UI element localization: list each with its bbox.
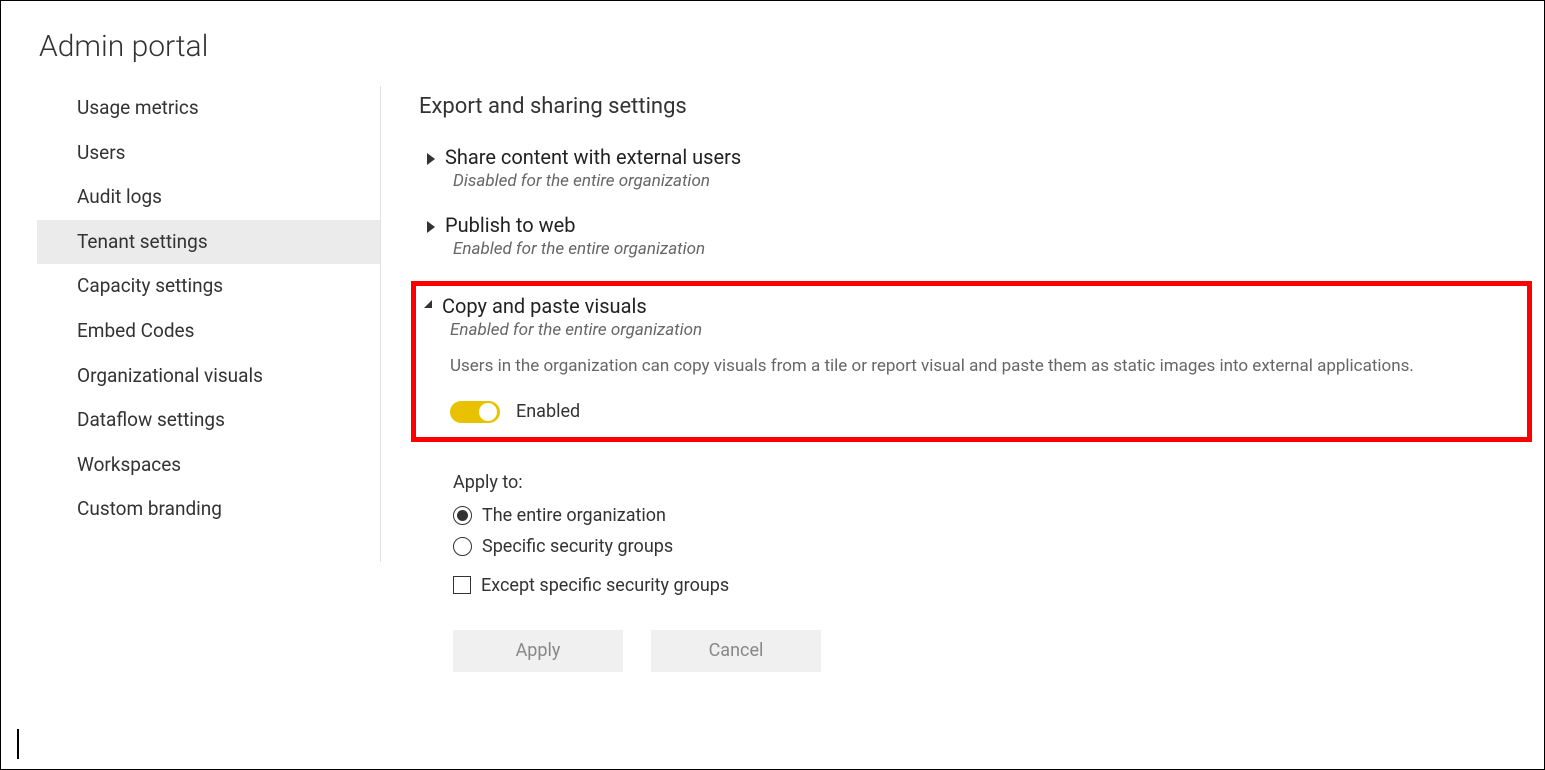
sidebar-item-workspaces[interactable]: Workspaces [37,443,380,488]
sidebar-item-organizational-visuals[interactable]: Organizational visuals [37,354,380,399]
radio-specific-groups[interactable]: Specific security groups [453,536,1532,557]
sidebar-item-users[interactable]: Users [37,131,380,176]
checkbox-except-groups[interactable]: Except specific security groups [453,575,1532,596]
setting-publish-web: Publish to web Enabled for the entire or… [419,213,1532,259]
chevron-right-icon [427,153,435,165]
chevron-right-icon [427,221,435,233]
toggle-knob [479,403,497,421]
setting-share-external-title: Share content with external users [445,145,741,169]
setting-publish-web-title: Publish to web [445,213,575,237]
sidebar: Usage metrics Users Audit logs Tenant se… [1,74,381,672]
text-caret [17,729,19,759]
setting-publish-web-header[interactable]: Publish to web [427,213,1532,237]
radio-icon-selected [453,506,472,525]
radio-entire-organization[interactable]: The entire organization [453,505,1532,526]
checkbox-icon-unchecked [453,576,471,594]
page-title: Admin portal [1,1,1544,74]
sidebar-item-dataflow-settings[interactable]: Dataflow settings [37,398,380,443]
cancel-button[interactable]: Cancel [651,630,821,672]
setting-publish-web-status: Enabled for the entire organization [453,239,1532,259]
apply-button[interactable]: Apply [453,630,623,672]
setting-copy-paste-title: Copy and paste visuals [442,294,647,318]
sidebar-item-capacity-settings[interactable]: Capacity settings [37,264,380,309]
setting-copy-paste-description: Users in the organization can copy visua… [450,354,1519,379]
main-panel: Export and sharing settings Share conten… [381,74,1544,672]
radio-specific-groups-label: Specific security groups [482,536,673,557]
sidebar-item-custom-branding[interactable]: Custom branding [37,487,380,532]
setting-share-external-status: Disabled for the entire organization [453,171,1532,191]
radio-icon-unselected [453,537,472,556]
radio-entire-organization-label: The entire organization [482,505,666,526]
setting-copy-paste-header[interactable]: Copy and paste visuals [424,294,1519,318]
sidebar-item-audit-logs[interactable]: Audit logs [37,175,380,220]
setting-share-external-header[interactable]: Share content with external users [427,145,1532,169]
setting-share-external: Share content with external users Disabl… [419,145,1532,191]
apply-to-section: Apply to: The entire organization Specif… [453,472,1532,596]
apply-to-label: Apply to: [453,472,1532,493]
sidebar-item-usage-metrics[interactable]: Usage metrics [37,86,380,131]
sidebar-item-embed-codes[interactable]: Embed Codes [37,309,380,354]
checkbox-except-groups-label: Except specific security groups [481,575,729,596]
sidebar-item-tenant-settings[interactable]: Tenant settings [37,220,380,265]
section-title: Export and sharing settings [419,94,1532,119]
enabled-toggle[interactable] [450,401,500,423]
toggle-label: Enabled [516,401,580,422]
chevron-down-icon [424,300,432,308]
highlighted-setting: Copy and paste visuals Enabled for the e… [411,281,1532,442]
setting-copy-paste-status: Enabled for the entire organization [450,320,1519,340]
